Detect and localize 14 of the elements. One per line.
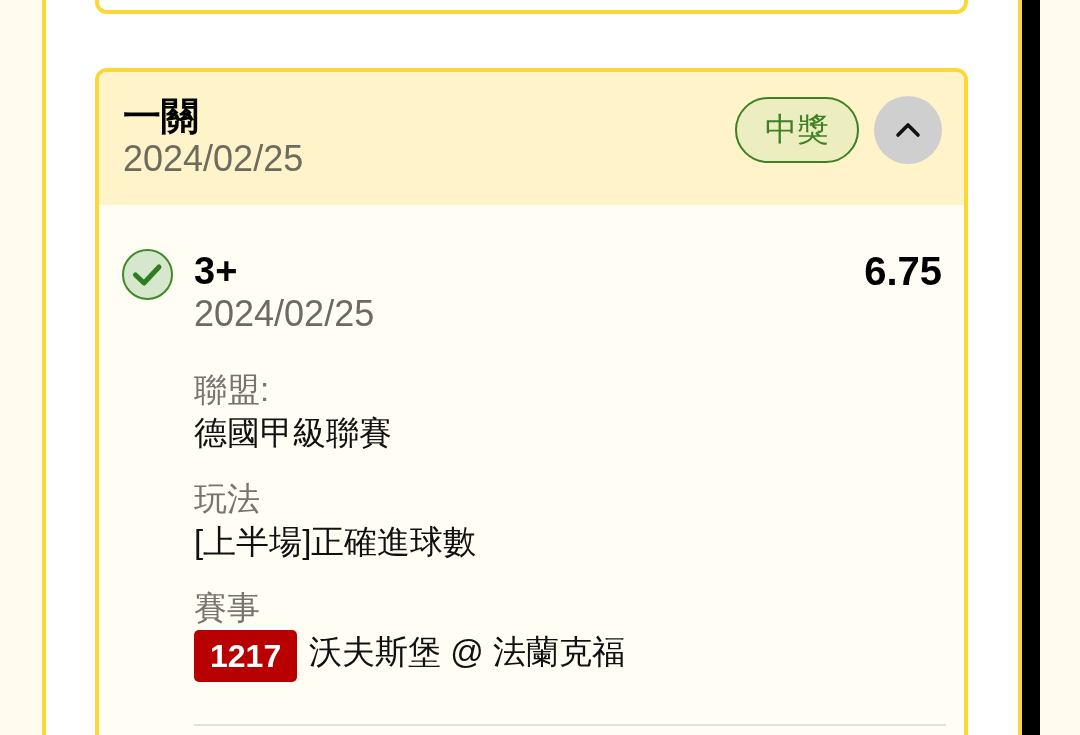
detail-label: 聯盟: bbox=[194, 370, 270, 410]
detail-value: 德國甲級聯賽 bbox=[194, 413, 392, 453]
chevron-up-icon bbox=[895, 122, 921, 138]
match-teams: 沃夫斯堡 @ 法蘭克福 bbox=[309, 632, 626, 672]
card-title: 一關 bbox=[123, 94, 200, 138]
card-date: 2024/02/25 bbox=[123, 138, 304, 180]
selection-date: 2024/02/25 bbox=[194, 293, 375, 335]
selection-odds: 6.75 bbox=[864, 249, 942, 293]
detail-label: 賽事 bbox=[194, 588, 260, 628]
match-number-tag: 1217 bbox=[194, 630, 298, 682]
selection-pick: 3+ bbox=[194, 249, 238, 293]
detail-value: [上半場]正確進球數 bbox=[194, 522, 477, 562]
status-badge: 中獎 bbox=[735, 97, 859, 163]
detail-label: 玩法 bbox=[194, 479, 260, 519]
